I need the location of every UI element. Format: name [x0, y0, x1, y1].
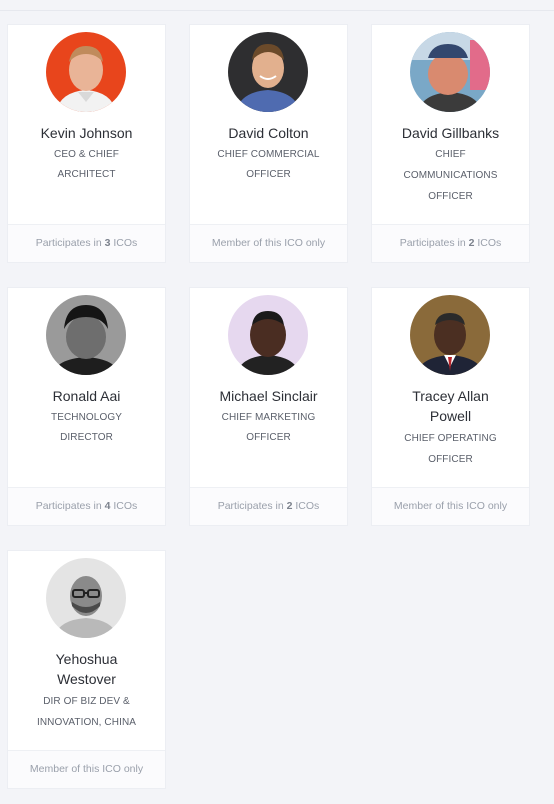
member-name: Tracey Allan Powell — [376, 386, 525, 426]
avatar — [410, 32, 490, 112]
team-card[interactable]: Tracey Allan Powell CHIEF OPERATING OFFI… — [372, 288, 529, 525]
member-name: Michael Sinclair — [219, 388, 318, 404]
footer-suffix: ICOs — [295, 500, 320, 512]
avatar — [46, 32, 126, 112]
footer-prefix: Participates in — [399, 237, 466, 249]
participation-footer: Member of this ICO only — [372, 487, 529, 525]
member-role: CHIEF MARKETING — [221, 412, 316, 423]
member-role: CHIEF OPERATING — [404, 433, 497, 444]
team-card[interactable]: Ronald Aai TECHNOLOGY DIRECTOR Participa… — [8, 288, 165, 525]
member-role: OFFICER — [428, 191, 473, 202]
participation-footer: Member of this ICO only — [8, 750, 165, 788]
member-role: CHIEF COMMERCIAL — [217, 149, 320, 160]
member-name: David Gillbanks — [401, 125, 500, 141]
avatar — [46, 295, 126, 375]
team-grid: Kevin Johnson CEO & CHIEF ARCHITECT Part… — [8, 25, 538, 788]
member-role: CEO & CHIEF — [54, 149, 119, 160]
footer-prefix: Participates in — [35, 500, 102, 512]
member-name: Yehoshua Westover — [12, 649, 161, 689]
member-name-text: Tracey Allan Powell — [412, 388, 489, 424]
footer-prefix: Participates in — [217, 500, 284, 512]
member-role: DIRECTOR — [60, 432, 113, 443]
member-name: Kevin Johnson — [40, 125, 133, 141]
footer-text: Member of this ICO only — [393, 500, 508, 512]
member-role: TECHNOLOGY — [50, 412, 122, 423]
avatar — [46, 558, 126, 638]
team-card[interactable]: Kevin Johnson CEO & CHIEF ARCHITECT Part… — [8, 25, 165, 262]
participation-footer: Participates in 4 ICOs — [8, 487, 165, 525]
member-role: COMMUNICATIONS — [403, 170, 498, 181]
member-role: INNOVATION, CHINA — [36, 717, 137, 728]
member-role: ARCHITECT — [57, 169, 116, 180]
avatar — [228, 32, 308, 112]
participation-footer: Participates in 2 ICOs — [372, 224, 529, 262]
footer-count: 4 — [104, 500, 111, 512]
participation-footer: Member of this ICO only — [190, 224, 347, 262]
top-divider — [0, 0, 554, 11]
footer-count: 2 — [286, 500, 293, 512]
team-card[interactable]: David Gillbanks CHIEF COMMUNICATIONS OFF… — [372, 25, 529, 262]
member-role: DIR OF BIZ DEV & — [43, 696, 130, 707]
footer-text: Member of this ICO only — [211, 237, 326, 249]
footer-count: 3 — [104, 237, 111, 249]
member-role: CHIEF — [435, 149, 466, 160]
participation-footer: Participates in 2 ICOs — [190, 487, 347, 525]
team-card[interactable]: Michael Sinclair CHIEF MARKETING OFFICER… — [190, 288, 347, 525]
member-role: OFFICER — [246, 432, 291, 443]
member-name: David Colton — [228, 125, 309, 141]
team-card[interactable]: Yehoshua Westover DIR OF BIZ DEV & INNOV… — [8, 551, 165, 788]
footer-count: 2 — [468, 237, 475, 249]
footer-text: Member of this ICO only — [29, 763, 144, 775]
team-card[interactable]: David Colton CHIEF COMMERCIAL OFFICER Me… — [190, 25, 347, 262]
footer-suffix: ICOs — [477, 237, 502, 249]
member-role: OFFICER — [428, 454, 473, 465]
member-name-text: Yehoshua Westover — [55, 651, 118, 687]
member-name: Ronald Aai — [52, 388, 121, 404]
footer-prefix: Participates in — [35, 237, 102, 249]
footer-suffix: ICOs — [113, 237, 138, 249]
avatar — [410, 295, 490, 375]
avatar — [228, 295, 308, 375]
footer-suffix: ICOs — [113, 500, 138, 512]
participation-footer: Participates in 3 ICOs — [8, 224, 165, 262]
member-role: OFFICER — [246, 169, 291, 180]
